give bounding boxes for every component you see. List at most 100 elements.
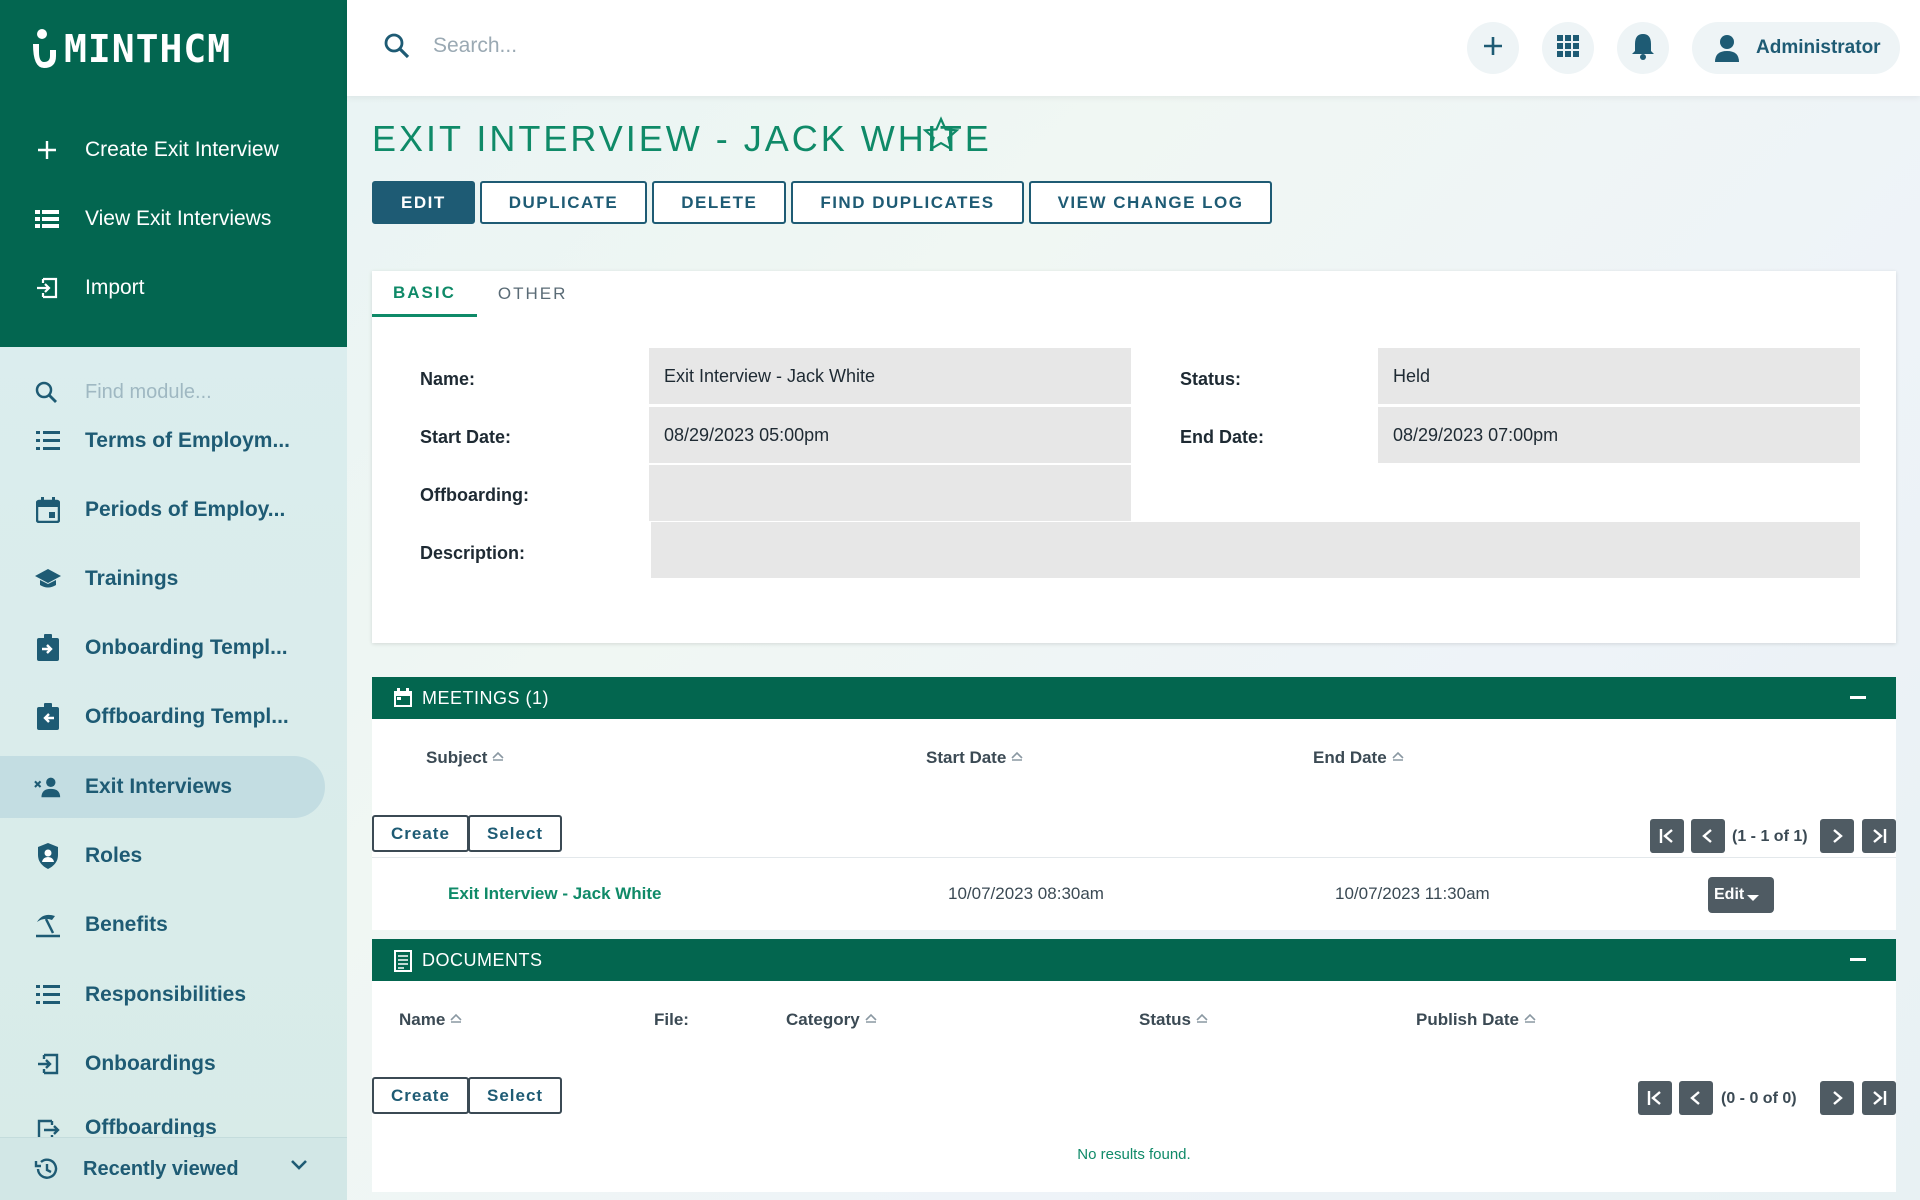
quick-action-label: View Exit Interviews — [85, 207, 272, 230]
column-name[interactable]: Name — [399, 1010, 463, 1030]
view-change-log-button[interactable]: VIEW CHANGE LOG — [1028, 181, 1273, 224]
column-label: Name — [399, 1010, 446, 1029]
logo-icon — [33, 29, 56, 68]
column-subject[interactable]: Subject — [426, 748, 505, 768]
next-page-button[interactable] — [1820, 1081, 1854, 1115]
column-category[interactable]: Category — [786, 1010, 878, 1030]
start-date-value[interactable]: 08/29/2023 05:00pm — [649, 407, 1131, 463]
sidebar-item-exit-interviews[interactable]: Exit Interviews — [0, 756, 325, 818]
last-page-button[interactable] — [1862, 1081, 1896, 1115]
sidebar-item-onboardings[interactable]: Onboardings — [0, 1033, 325, 1095]
offboarding-value[interactable] — [649, 465, 1131, 521]
column-publish-date[interactable]: Publish Date — [1416, 1010, 1537, 1030]
logout-icon — [34, 1116, 62, 1137]
collapse-meetings-icon[interactable] — [1850, 696, 1866, 699]
sidebar-item-label: Responsibilities — [85, 983, 247, 1006]
favorite-star-icon[interactable] — [922, 116, 960, 159]
previous-page-button[interactable] — [1679, 1081, 1713, 1115]
chevron-right-icon — [1833, 829, 1843, 843]
sidebar-item-label: Exit Interviews — [85, 775, 233, 798]
sidebar-item-offboardings[interactable]: Offboardings — [0, 1100, 325, 1137]
previous-page-button[interactable] — [1691, 819, 1725, 853]
sidebar-item-label: Benefits — [85, 913, 168, 936]
end-date-value[interactable]: 08/29/2023 07:00pm — [1378, 407, 1860, 463]
documents-pagination-count: (0 - 0 of 0) — [1721, 1090, 1797, 1107]
documents-select-button[interactable]: Select — [468, 1077, 563, 1114]
meeting-subject-link[interactable]: Exit Interview - Jack White — [448, 884, 662, 904]
sidebar-item-onboarding-templates[interactable]: Onboarding Templ... — [0, 617, 325, 679]
sidebar-item-periods-of-employment[interactable]: Periods of Employ... — [0, 479, 325, 541]
tab-basic[interactable]: BASIC — [372, 271, 477, 317]
sidebar-item-terms-of-employment[interactable]: Terms of Employm... — [0, 410, 325, 472]
column-end-date[interactable]: End Date — [1313, 748, 1405, 768]
column-label: Publish Date — [1416, 1010, 1519, 1029]
meetings-header[interactable]: MEETINGS (1) — [372, 677, 1896, 719]
meeting-end-date: 10/07/2023 11:30am — [1335, 884, 1490, 903]
column-start-date[interactable]: Start Date — [926, 748, 1024, 768]
collapse-documents-icon[interactable] — [1850, 958, 1866, 961]
create-exit-interview-action[interactable]: Create Exit Interview — [0, 120, 347, 180]
view-exit-interviews-action[interactable]: View Exit Interviews — [0, 189, 347, 249]
name-value[interactable]: Exit Interview - Jack White — [649, 348, 1131, 404]
recently-viewed-toggle[interactable]: Recently viewed — [0, 1137, 347, 1200]
status-value[interactable]: Held — [1378, 348, 1860, 404]
first-page-icon — [1647, 1091, 1661, 1105]
documents-create-button[interactable]: Create — [372, 1077, 469, 1114]
name-label: Name: — [420, 369, 476, 389]
chevron-left-icon — [1690, 1091, 1700, 1105]
no-results-message: No results found. — [1077, 1146, 1191, 1163]
sort-icon — [1392, 751, 1404, 761]
documents-title: DOCUMENTS — [422, 950, 543, 970]
sidebar-item-label: Trainings — [85, 567, 179, 590]
column-label: Status — [1139, 1010, 1191, 1029]
duplicate-button[interactable]: DUPLICATE — [479, 181, 648, 224]
clipboard-out-icon — [34, 703, 62, 731]
find-duplicates-button[interactable]: FIND DUPLICATES — [791, 181, 1024, 224]
sort-icon — [1524, 1013, 1536, 1023]
column-label: Subject — [426, 748, 488, 767]
global-search-input[interactable] — [433, 28, 1033, 64]
sidebar-item-roles[interactable]: Roles — [0, 825, 325, 887]
sidebar-item-trainings[interactable]: Trainings — [0, 548, 325, 610]
import-icon — [34, 275, 60, 301]
column-status[interactable]: Status — [1139, 1010, 1209, 1030]
meetings-subpanel: MEETINGS (1) Subject Start Date End Date… — [372, 677, 1896, 930]
record-detail-card: BASIC OTHER Name: Exit Interview - Jack … — [372, 271, 1896, 643]
login-icon — [34, 1050, 62, 1078]
notifications-button[interactable] — [1617, 22, 1669, 74]
tab-other[interactable]: OTHER — [477, 271, 589, 317]
user-menu[interactable]: Administrator — [1692, 22, 1900, 74]
meetings-create-button[interactable]: Create — [372, 815, 469, 852]
description-value[interactable] — [651, 522, 1860, 578]
row-edit-dropdown-button[interactable]: Edit — [1708, 877, 1774, 913]
detail-tabs: BASIC OTHER — [372, 271, 588, 317]
last-page-icon — [1873, 829, 1887, 843]
quick-create-button[interactable] — [1467, 22, 1519, 74]
find-module-input[interactable] — [85, 376, 325, 408]
documents-header[interactable]: DOCUMENTS — [372, 939, 1896, 981]
chevron-down-icon — [289, 1158, 309, 1177]
sort-icon — [1196, 1013, 1208, 1023]
sidebar-item-responsibilities[interactable]: Responsibilities — [0, 964, 325, 1026]
column-label: Category — [786, 1010, 860, 1029]
beach-umbrella-icon — [34, 911, 62, 939]
list-view-icon — [34, 206, 60, 232]
edit-button[interactable]: EDIT — [372, 181, 475, 224]
app-logo[interactable]: MINTHCM — [30, 24, 231, 74]
meetings-select-button[interactable]: Select — [468, 815, 563, 852]
quick-action-label: Import — [85, 276, 145, 299]
import-action[interactable]: Import — [0, 258, 347, 318]
apps-grid-button[interactable] — [1542, 22, 1594, 74]
sidebar-item-offboarding-templates[interactable]: Offboarding Templ... — [0, 686, 325, 748]
status-label: Status: — [1180, 369, 1242, 389]
first-page-button[interactable] — [1638, 1081, 1672, 1115]
description-label: Description: — [420, 543, 526, 563]
delete-button[interactable]: DELETE — [652, 181, 787, 224]
sidebar-item-label: Terms of Employm... — [85, 429, 290, 452]
first-page-button[interactable] — [1650, 819, 1684, 853]
first-page-icon — [1659, 829, 1673, 843]
next-page-button[interactable] — [1820, 819, 1854, 853]
quick-action-label: Create Exit Interview — [85, 138, 279, 161]
last-page-button[interactable] — [1862, 819, 1896, 853]
sidebar-item-benefits[interactable]: Benefits — [0, 894, 325, 956]
